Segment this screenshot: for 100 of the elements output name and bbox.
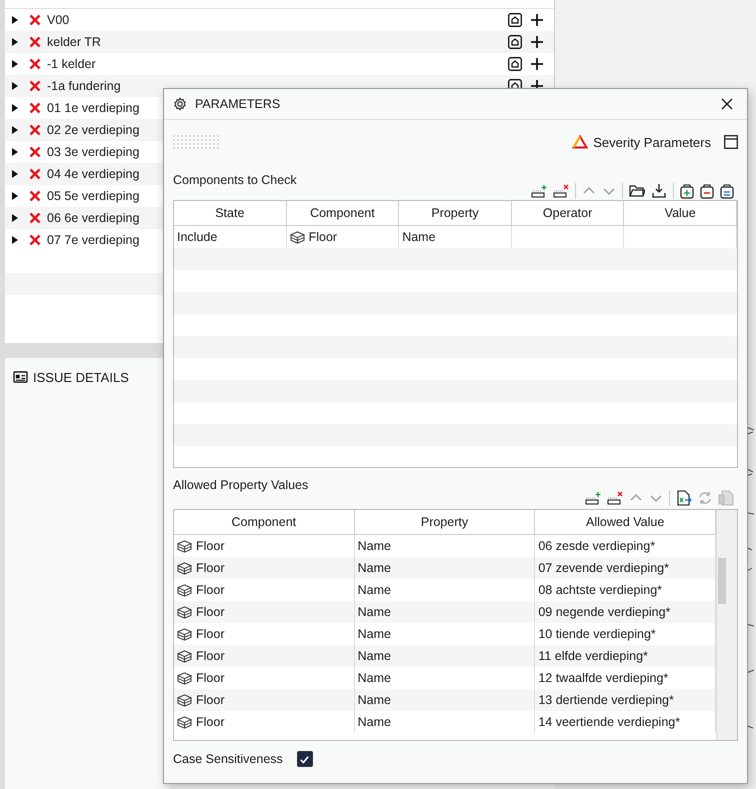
- checkmark-icon: [299, 754, 310, 764]
- table-cell: Name: [358, 561, 391, 575]
- section-title: Allowed Property Values: [173, 477, 308, 492]
- result-label[interactable]: kelder TR: [47, 35, 101, 49]
- error-cross-icon: [29, 146, 41, 158]
- result-label[interactable]: 06 6e verdieping: [47, 211, 140, 225]
- close-icon[interactable]: [721, 98, 733, 110]
- remove-row-icon[interactable]: [553, 183, 569, 199]
- add-bag-icon[interactable]: [680, 183, 694, 199]
- collapsed-arrow-icon[interactable]: [11, 192, 19, 200]
- table-cell: 12 twaalfde verdieping*: [538, 671, 668, 685]
- collapsed-arrow-icon[interactable]: [11, 126, 19, 134]
- column-header[interactable]: Component: [286, 201, 400, 225]
- table-cell: 10 tiende verdieping*: [538, 627, 656, 641]
- result-label[interactable]: V00: [47, 13, 70, 27]
- column-header[interactable]: State: [174, 201, 287, 225]
- error-cross-icon: [29, 36, 41, 48]
- collapsed-arrow-icon[interactable]: [11, 214, 19, 222]
- severity-parameters-link[interactable]: Severity Parameters: [593, 134, 711, 150]
- case-sensitiveness-label: Case Sensitiveness: [173, 752, 283, 766]
- table-cell: Floor: [196, 671, 224, 685]
- table-cell: Name: [358, 583, 391, 597]
- floor-frame-icon: [177, 672, 192, 684]
- issue-details-title: ISSUE DETAILS: [33, 370, 129, 385]
- table-cell: 11 elfde verdieping*: [538, 649, 648, 663]
- result-label[interactable]: 07 7e verdieping: [47, 233, 140, 247]
- table-cell: 08 achtste verdieping*: [538, 583, 662, 597]
- table-cell: Name: [358, 627, 391, 641]
- error-cross-icon: [29, 190, 41, 202]
- floor-frame-icon: [177, 584, 192, 596]
- table-cell: Name: [358, 605, 391, 619]
- error-cross-icon: [29, 212, 41, 224]
- column-header[interactable]: Property: [354, 510, 536, 534]
- error-cross-icon: [29, 124, 41, 136]
- table-cell: Name: [402, 230, 436, 244]
- result-label[interactable]: 02 2e verdieping: [47, 123, 140, 137]
- remove-bag-icon[interactable]: [700, 183, 714, 199]
- floor-frame-icon: [177, 694, 192, 706]
- result-label[interactable]: 03 3e verdieping: [47, 145, 140, 159]
- table-cell: Floor: [196, 583, 224, 597]
- list-bag-icon[interactable]: [720, 183, 734, 199]
- table-cell: 13 dertiende verdieping*: [538, 693, 674, 707]
- house-icon[interactable]: [508, 13, 522, 27]
- drag-handle-icon[interactable]: [173, 135, 219, 149]
- error-cross-icon: [29, 168, 41, 180]
- panel-icon[interactable]: [724, 135, 738, 149]
- result-label[interactable]: 04 4e verdieping: [47, 167, 140, 181]
- collapsed-arrow-icon[interactable]: [11, 148, 19, 156]
- floor-frame-icon: [177, 562, 192, 574]
- add-row-icon[interactable]: [531, 183, 547, 199]
- house-icon[interactable]: [508, 35, 522, 49]
- table-cell: Name: [358, 539, 391, 553]
- column-header[interactable]: Value: [624, 201, 737, 225]
- floor-frame-icon: [177, 628, 192, 640]
- settings-icon: [173, 97, 187, 111]
- id-card-icon: [13, 371, 28, 384]
- table-cell: 14 veertiende verdieping*: [538, 715, 680, 729]
- result-label[interactable]: -1 kelder: [47, 57, 96, 71]
- excel-export-icon[interactable]: [676, 490, 692, 506]
- error-cross-icon: [29, 102, 41, 114]
- collapsed-arrow-icon[interactable]: [11, 236, 19, 244]
- column-header[interactable]: Component: [174, 510, 355, 534]
- download-icon[interactable]: [651, 183, 667, 199]
- collapsed-arrow-icon[interactable]: [11, 104, 19, 112]
- column-header[interactable]: Property: [399, 201, 512, 225]
- table-cell: Floor: [196, 539, 224, 553]
- table-cell: 09 negende verdieping*: [538, 605, 670, 619]
- table-cell: Floor: [196, 715, 224, 729]
- house-icon[interactable]: [508, 57, 522, 71]
- table-cell: Floor: [308, 230, 338, 244]
- error-cross-icon: [29, 58, 41, 70]
- case-sensitiveness-checkbox[interactable]: [296, 751, 313, 767]
- warning-triangle-icon[interactable]: [572, 135, 588, 149]
- table-cell: Floor: [196, 605, 224, 619]
- column-header[interactable]: Operator: [512, 201, 624, 225]
- scrollbar-thumb[interactable]: [718, 558, 726, 604]
- floor-frame-icon: [177, 540, 192, 552]
- table-cell: Name: [358, 671, 391, 685]
- result-label[interactable]: 05 5e verdieping: [47, 189, 140, 203]
- plus-icon[interactable]: [530, 13, 544, 27]
- plus-icon[interactable]: [530, 35, 544, 49]
- result-label[interactable]: -1a fundering: [47, 79, 121, 93]
- table-cell: Name: [358, 715, 391, 729]
- plus-icon[interactable]: [530, 57, 544, 71]
- result-label[interactable]: 01 1e verdieping: [47, 101, 140, 115]
- add-row-icon[interactable]: [585, 490, 601, 506]
- collapsed-arrow-icon[interactable]: [11, 38, 19, 46]
- section-title: Components to Check: [173, 172, 297, 187]
- collapsed-arrow-icon[interactable]: [11, 82, 19, 90]
- table-cell: Name: [358, 693, 391, 707]
- scrollbar[interactable]: [716, 510, 737, 740]
- collapsed-arrow-icon[interactable]: [11, 16, 19, 24]
- remove-row-icon[interactable]: [607, 490, 623, 506]
- floor-frame-icon: [177, 716, 192, 728]
- folder-icon[interactable]: [629, 184, 645, 198]
- floor-frame-icon: [290, 230, 305, 244]
- table-cell: Floor: [196, 649, 224, 663]
- collapsed-arrow-icon[interactable]: [11, 60, 19, 68]
- table-cell: 07 zevende verdieping*: [538, 561, 669, 575]
- collapsed-arrow-icon[interactable]: [11, 170, 19, 178]
